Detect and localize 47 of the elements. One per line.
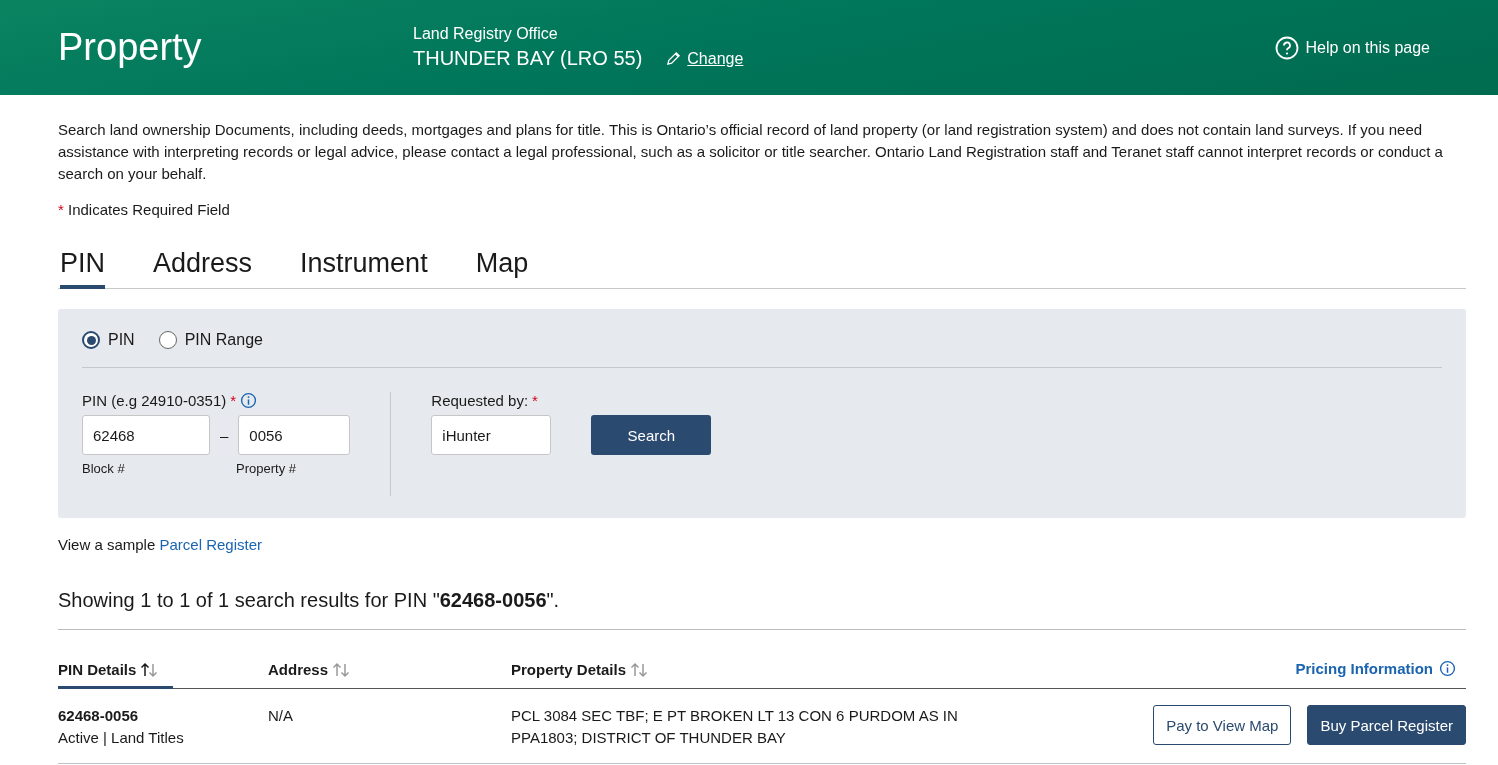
field-caption: Block #	[82, 461, 126, 476]
radio-button[interactable]	[158, 331, 177, 349]
change-link[interactable]: Change	[666, 49, 744, 68]
column-header[interactable]: Property Details	[511, 631, 1296, 689]
radio-option[interactable]: PIN Range	[158, 331, 263, 349]
pin-status: Active | Land Titles	[58, 728, 185, 748]
results-summary: Showing 1 to 1 of 1 search results for PIN "62468-0056".	[58, 589, 561, 612]
search-tab[interactable]: PIN	[60, 244, 105, 289]
parcel-register-link[interactable]: Parcel Register	[159, 536, 262, 553]
property-input[interactable]: 0056	[238, 415, 351, 455]
office-name: THUNDER BAY (LRO 55)	[413, 47, 643, 70]
required-note: Indicates Required Field	[68, 201, 230, 218]
dash-separator: –	[220, 426, 229, 444]
pencil-icon	[666, 51, 682, 66]
search-tab[interactable]: Address	[153, 244, 253, 289]
radio-button[interactable]	[82, 331, 100, 349]
field-label: PIN (e.g 24910-0351)	[82, 392, 227, 409]
search-button[interactable]: Search	[591, 415, 712, 455]
sort-icon	[332, 661, 351, 678]
required-mark: *	[532, 392, 538, 409]
required-mark: *	[230, 392, 237, 409]
page-title: Property	[58, 26, 203, 69]
info-icon[interactable]	[240, 392, 258, 409]
search-tab[interactable]: Map	[475, 244, 529, 289]
column-header[interactable]: PIN Details	[58, 631, 173, 689]
help-link[interactable]: Help on this page	[1275, 35, 1430, 60]
sort-icon	[140, 661, 159, 678]
block-input[interactable]: 62468	[82, 415, 210, 455]
required-mark: *	[58, 201, 64, 218]
office-label: Land Registry Office	[413, 25, 559, 43]
info-icon	[1439, 660, 1456, 677]
sample-text: View a sample	[58, 536, 156, 553]
requested-by-input[interactable]: iHunter	[431, 415, 552, 455]
field-label: Requested by:	[431, 392, 529, 409]
property-details-text: PCL 3084 SEC TBF; E PT BROKEN LT 13 CON 6 PURDOM AS IN PPA1803; DISTRICT OF THUNDER BAY	[511, 706, 959, 748]
radio-option[interactable]: PIN	[82, 331, 135, 349]
action-button[interactable]: Pay to View Map	[1153, 705, 1292, 745]
field-caption: Property #	[236, 461, 296, 476]
pin-number: 62468-0056	[58, 706, 140, 726]
action-button[interactable]: Buy Parcel Register	[1307, 705, 1466, 745]
intro-paragraph: Search land ownership Documents, including deeds, mortgages and plans for title. This is Ontario’s official record of land property (or land registration system) and does not contain land surveys. If you need assistance with interpreting records or legal advice, please contact a legal professional, such as a solicitor or title searcher. Ontario Land Registration staff and Teranet staff cannot interpret records or conduct a search on your behalf.	[58, 120, 1444, 184]
search-tab[interactable]: Instrument	[300, 244, 428, 289]
address-text: N/A	[268, 707, 293, 724]
sort-icon	[630, 661, 649, 678]
column-header[interactable]: Address	[268, 631, 511, 689]
help-icon	[1275, 35, 1300, 60]
pricing-link[interactable]: Pricing Information	[1295, 630, 1466, 688]
